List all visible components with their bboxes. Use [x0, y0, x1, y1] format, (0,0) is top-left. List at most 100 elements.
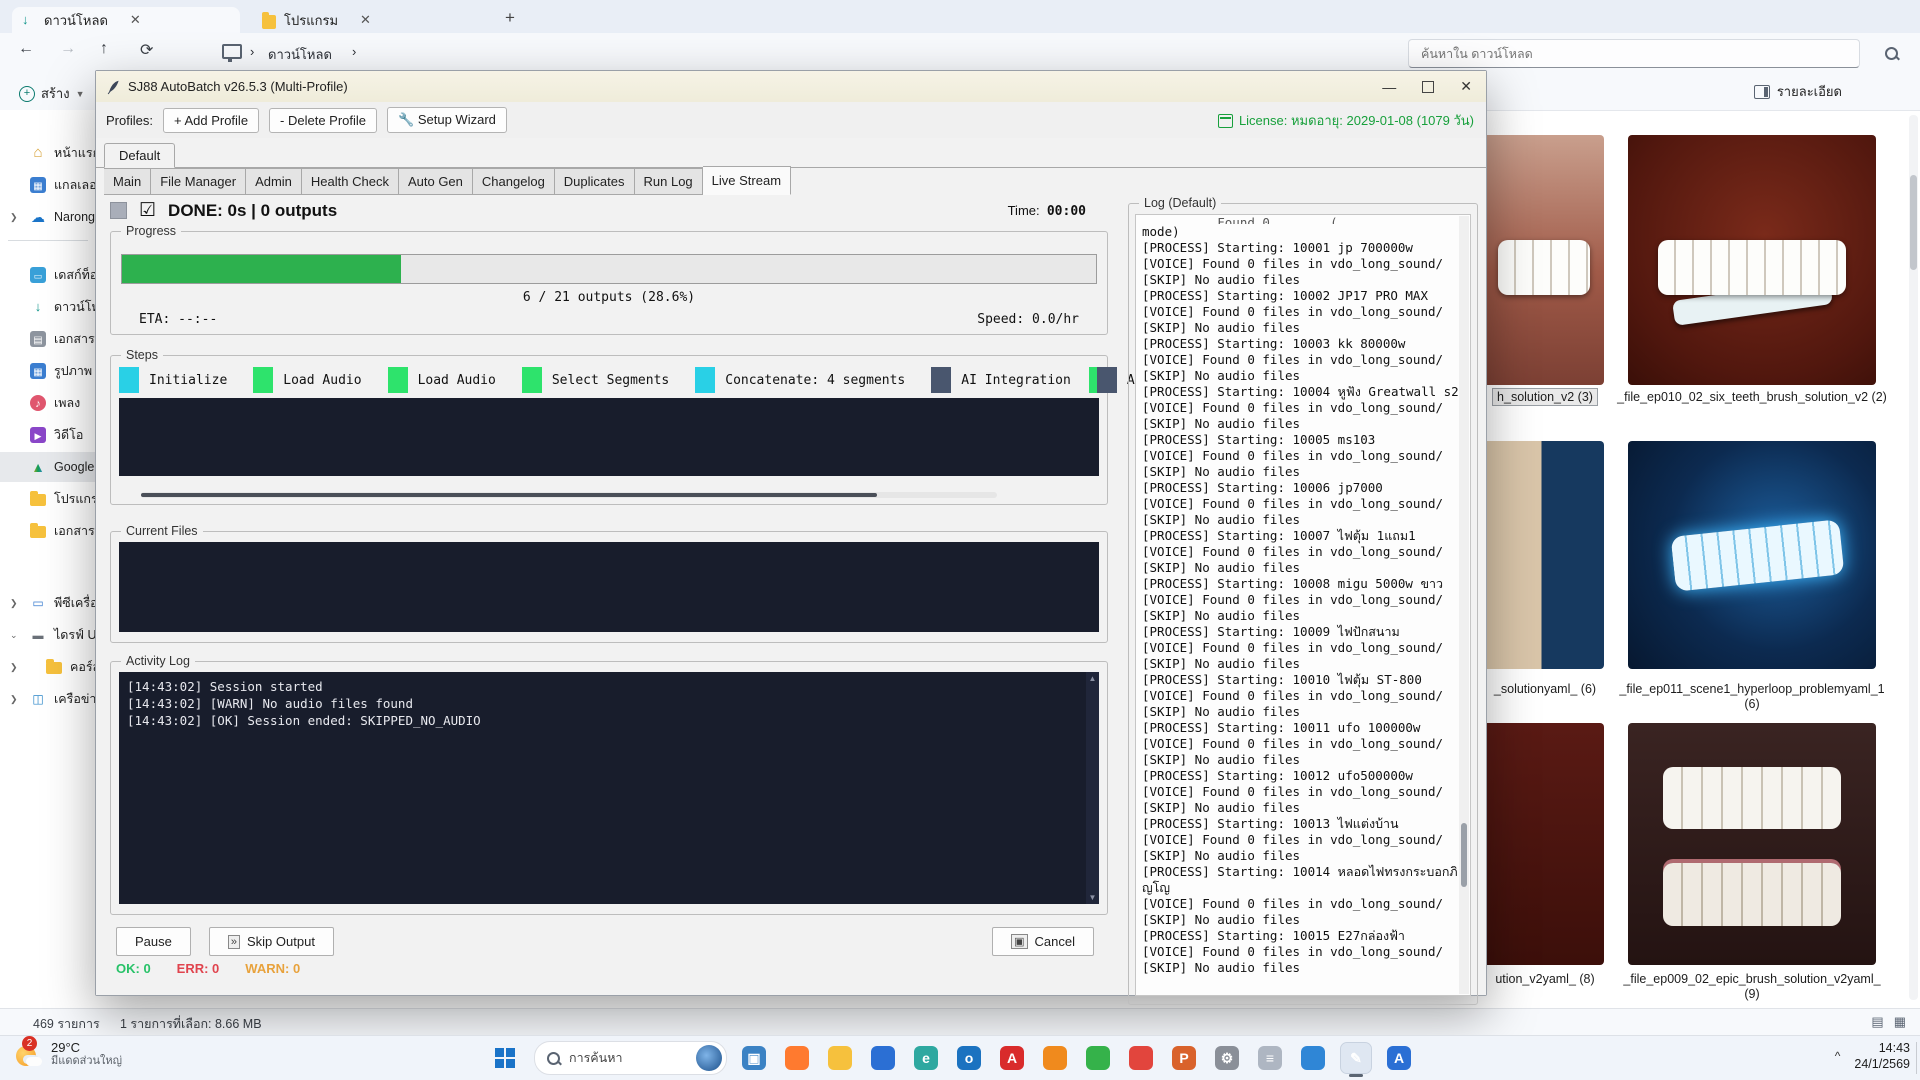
app-tab[interactable]: Main: [104, 168, 151, 195]
stop-indicator[interactable]: [110, 202, 127, 219]
activity-log-pane[interactable]: [14:43:02] Session started[14:43:02] [WA…: [119, 672, 1099, 904]
sidebar-item[interactable]: ❯ Narong: [0, 202, 95, 232]
file-thumbnail[interactable]: [1628, 441, 1876, 669]
sidebar-item[interactable]: เดสก์ท็อป: [0, 260, 95, 290]
app-tab[interactable]: Live Stream: [703, 166, 791, 195]
list-view-icon[interactable]: ▤: [1871, 1014, 1883, 1030]
chevron-icon[interactable]: ❯: [10, 694, 20, 705]
minimize-button[interactable]: —: [1382, 79, 1396, 95]
chevron-icon[interactable]: ❯: [10, 212, 20, 223]
search-box[interactable]: [1408, 39, 1860, 68]
forward-button[interactable]: →: [60, 40, 76, 58]
taskbar-icon-settings[interactable]: ⚙: [1212, 1043, 1242, 1073]
activity-log-scrollbar[interactable]: ▲ ▼: [1086, 672, 1099, 904]
app-tab[interactable]: File Manager: [151, 168, 246, 195]
skip-output-button[interactable]: » Skip Output: [209, 927, 334, 956]
show-desktop-button[interactable]: [1916, 1042, 1920, 1074]
sidebar-item[interactable]: เอกสาร: [0, 324, 95, 354]
search-icon[interactable]: [1885, 47, 1898, 60]
sidebar-item[interactable]: ดาวน์โหลด: [0, 292, 95, 322]
breadcrumb[interactable]: ดาวน์โหลด: [268, 44, 332, 65]
taskbar-icon-blue-app[interactable]: [868, 1043, 898, 1073]
explorer-tab-programs[interactable]: โปรแกรม ✕: [252, 7, 472, 33]
back-button[interactable]: ←: [18, 40, 34, 58]
app-tab[interactable]: Changelog: [473, 168, 555, 195]
sidebar-item[interactable]: วิดีโอ: [0, 420, 95, 450]
profile-tab-default[interactable]: Default: [104, 143, 175, 168]
log-scrollbar[interactable]: [1459, 216, 1469, 994]
app-tab[interactable]: Auto Gen: [399, 168, 473, 195]
taskbar-icon-firefox[interactable]: [782, 1043, 812, 1073]
close-tab-icon[interactable]: ✕: [360, 12, 371, 28]
chevron-icon[interactable]: ⌄: [10, 630, 20, 641]
maximize-button[interactable]: [1422, 81, 1434, 93]
taskbar-icon-vscode[interactable]: [1298, 1043, 1328, 1073]
explorer-tab-downloads[interactable]: ↓ ดาวน์โหลด ✕: [12, 7, 240, 33]
taskbar-icon-edge[interactable]: e: [911, 1043, 941, 1073]
sidebar-item[interactable]: ❯ พีซีเครื่อ: [0, 588, 95, 618]
file-caption[interactable]: h_solution_v2 (3): [1474, 390, 1616, 405]
sidebar-item[interactable]: เอกสาร: [0, 516, 95, 546]
close-tab-icon[interactable]: ✕: [130, 12, 141, 28]
close-button[interactable]: ✕: [1460, 78, 1472, 95]
taskbar-icon-orange-app[interactable]: [1040, 1043, 1070, 1073]
explorer-scrollbar[interactable]: [1909, 115, 1918, 1000]
app-tab[interactable]: Duplicates: [555, 168, 635, 195]
sidebar-item[interactable]: ⌄ ไดรฟ์ US: [0, 620, 95, 650]
start-button[interactable]: [488, 1041, 522, 1075]
file-caption[interactable]: _file_ep010_02_six_teeth_brush_solution_…: [1616, 390, 1888, 405]
taskbar-icon-task-view[interactable]: ▣: [739, 1043, 769, 1073]
new-button[interactable]: + สร้าง ▼: [10, 78, 94, 109]
details-pane-button[interactable]: รายละเอียด: [1754, 81, 1842, 102]
file-thumbnail[interactable]: [1628, 135, 1876, 385]
up-button[interactable]: ↑: [100, 40, 108, 58]
taskbar-icon-teal-circle-app[interactable]: o: [954, 1043, 984, 1073]
weather-widget[interactable]: 2 29°C มีแดดส่วนใหญ่: [14, 1040, 122, 1068]
sidebar-item[interactable]: ❯ เครือข่าย: [0, 684, 95, 714]
refresh-button[interactable]: ⟳: [140, 40, 153, 60]
scroll-down-icon[interactable]: ▼: [1086, 893, 1099, 902]
taskbar-icon-notepad[interactable]: ≡: [1255, 1043, 1285, 1073]
pause-button[interactable]: Pause: [116, 927, 191, 956]
app-tab[interactable]: Admin: [246, 168, 302, 195]
delete-profile-button[interactable]: - Delete Profile: [269, 108, 377, 133]
chevron-icon[interactable]: ❯: [10, 598, 20, 609]
taskbar-icon-green-app[interactable]: [1083, 1043, 1113, 1073]
file-caption[interactable]: _file_ep009_02_epic_brush_solution_v2yam…: [1616, 972, 1888, 1002]
file-thumbnail[interactable]: [1628, 723, 1876, 965]
sidebar-item[interactable]: เพลง: [0, 388, 95, 418]
tray-chevron-up-icon[interactable]: ^: [1835, 1049, 1841, 1063]
sidebar-item[interactable]: หน้าแรก: [0, 138, 95, 168]
file-thumbnail[interactable]: [1484, 723, 1604, 965]
scrollbar-thumb[interactable]: [141, 493, 877, 497]
taskbar-clock[interactable]: 14:43 24/1/2569: [1854, 1040, 1910, 1072]
file-caption[interactable]: _solutionyaml_ (6): [1474, 682, 1616, 697]
file-caption[interactable]: ution_v2yaml_ (8): [1474, 972, 1616, 987]
taskbar-icon-store-a-app[interactable]: A: [1384, 1043, 1414, 1073]
cancel-button[interactable]: ▣ Cancel: [992, 927, 1094, 956]
app-tab[interactable]: Run Log: [635, 168, 703, 195]
setup-wizard-button[interactable]: 🔧 Setup Wizard: [387, 107, 507, 133]
new-tab-button[interactable]: +: [505, 8, 515, 28]
taskbar-icon-autobatch-feather[interactable]: ✎: [1341, 1043, 1371, 1073]
file-thumbnail[interactable]: [1484, 441, 1604, 669]
taskbar-search[interactable]: การค้นหา: [534, 1041, 727, 1075]
sidebar-item[interactable]: โปรแกรม: [0, 484, 95, 514]
log-pane[interactable]: ……………………… Found 0 … ………… (………… mode)[PRO…: [1135, 214, 1471, 996]
app-tab[interactable]: Health Check: [302, 168, 399, 195]
scroll-up-icon[interactable]: ▲: [1086, 674, 1099, 683]
app-title-bar[interactable]: SJ88 AutoBatch v26.5.3 (Multi-Profile) —…: [96, 71, 1486, 103]
taskbar-icon-red-app[interactable]: [1126, 1043, 1156, 1073]
scrollbar-thumb[interactable]: [1910, 175, 1917, 270]
taskbar-icon-file-explorer[interactable]: [825, 1043, 855, 1073]
file-caption[interactable]: _file_ep011_scene1_hyperloop_problemyaml…: [1616, 682, 1888, 712]
taskbar-icon-powerpoint[interactable]: P: [1169, 1043, 1199, 1073]
sidebar-item[interactable]: ❯ คอร์สติ: [0, 652, 95, 682]
thumbnail-view-icon[interactable]: ▦: [1894, 1014, 1906, 1030]
sidebar-item[interactable]: Google: [0, 452, 95, 482]
search-input[interactable]: [1419, 46, 1849, 62]
chevron-icon[interactable]: ❯: [10, 662, 20, 673]
scrollbar-thumb[interactable]: [1461, 823, 1467, 887]
sidebar-item[interactable]: แกลเลอรี: [0, 170, 95, 200]
add-profile-button[interactable]: + Add Profile: [163, 108, 259, 133]
